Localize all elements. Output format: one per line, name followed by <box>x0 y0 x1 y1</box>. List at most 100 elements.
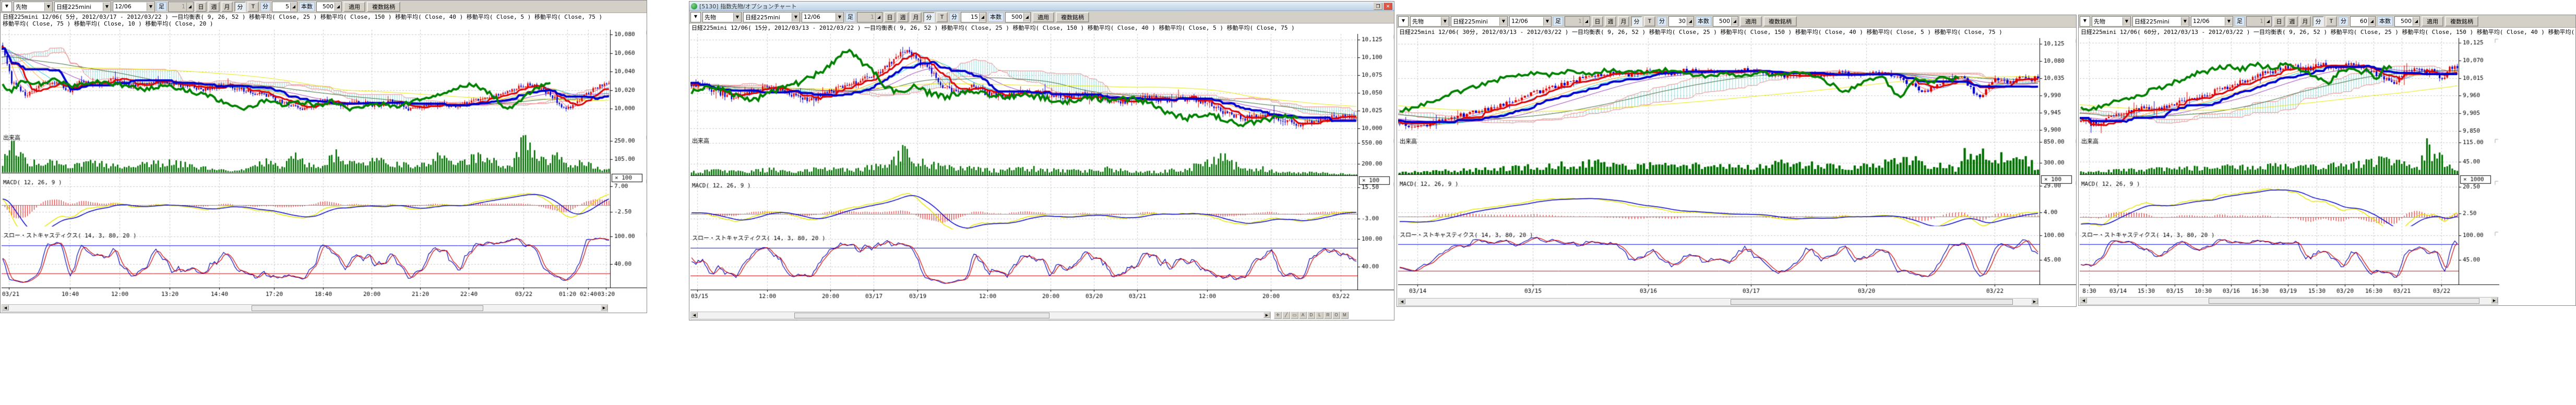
chart-toolbar: ▼先物▼日経225mini▼12/06▼足1◢日週月分T分5◢本数500◢適用複… <box>1 1 647 13</box>
ashi-spinner[interactable]: 1◢ <box>1565 16 1590 27</box>
apply-button[interactable]: 適用 <box>343 2 365 12</box>
bars-spinner[interactable]: 500◢ <box>316 2 342 12</box>
horizontal-scrollbar[interactable]: ◀▶ <box>690 312 1271 319</box>
period-button-3[interactable]: 分 <box>1631 16 1642 27</box>
restore-button[interactable]: ❐ <box>1374 3 1382 10</box>
period-button-2[interactable]: 月 <box>2299 16 2311 27</box>
minutes-spinner[interactable]: 60◢ <box>2350 16 2376 27</box>
contract-dropdown[interactable]: 12/06▼ <box>1509 16 1552 27</box>
window-title: [5130] 指数先物/オプションチャート <box>699 2 797 10</box>
chart-canvas[interactable] <box>690 32 1394 306</box>
symbol-dropdown[interactable]: 日経225mini▼ <box>743 12 800 22</box>
period-button-2[interactable]: 月 <box>221 2 233 12</box>
apply-button[interactable]: 適用 <box>1032 12 1054 22</box>
horizontal-scrollbar[interactable]: ◀▶ <box>2080 297 2498 305</box>
period-button-0[interactable]: 日 <box>1592 16 1603 27</box>
period-button-3[interactable]: 分 <box>923 12 935 22</box>
scroll-right-button[interactable]: ▶ <box>2491 297 2498 303</box>
chevron-down-icon: ▼ <box>1543 17 1551 26</box>
spinner-icon: ◢ <box>1731 17 1738 26</box>
bars-spinner[interactable]: 500◢ <box>2394 16 2420 27</box>
period-button-0[interactable]: 日 <box>2273 16 2285 27</box>
category-dropdown[interactable]: 先物▼ <box>2092 16 2131 27</box>
symbol-dropdown[interactable]: 日経225mini▼ <box>1451 16 1508 27</box>
close-button[interactable]: ✕ <box>1384 3 1392 10</box>
contract-dropdown[interactable]: 12/06▼ <box>113 2 155 12</box>
chart-canvas[interactable] <box>1398 36 2076 300</box>
period-button-3[interactable]: 分 <box>2312 16 2324 27</box>
multi-symbol-button[interactable]: 複数銘柄 <box>1056 12 1089 22</box>
scroll-right-button[interactable]: ▶ <box>601 305 607 311</box>
tool-button-0[interactable]: ✛ <box>1274 312 1282 319</box>
horizontal-scrollbar[interactable]: ◀▶ <box>2 304 608 312</box>
period-button-2[interactable]: 月 <box>1618 16 1629 27</box>
period-button-3[interactable]: 分 <box>234 2 246 12</box>
scroll-right-button[interactable]: ▶ <box>2031 299 2038 304</box>
preset-dropdown[interactable]: ▼ <box>1398 16 1409 27</box>
period-button-0[interactable]: 日 <box>884 12 896 22</box>
ashi-spinner[interactable]: 1◢ <box>2246 16 2272 27</box>
apply-button[interactable]: 適用 <box>2422 16 2443 27</box>
scroll-left-button[interactable]: ◀ <box>2 305 9 311</box>
period-button-4[interactable]: T <box>2325 16 2337 27</box>
ashi-label: 足 <box>845 13 855 22</box>
scrollbar-thumb[interactable] <box>252 305 483 311</box>
chevron-down-icon: ▼ <box>1441 17 1449 26</box>
preset-dropdown[interactable]: ▼ <box>2 2 12 12</box>
chart-window: [5130] 指数先物/オプションチャート ❐✕ ▼先物▼日経225mini▼12/… <box>689 1 1394 320</box>
ashi-spinner[interactable]: 1◢ <box>857 12 882 22</box>
tool-button-7[interactable]: O <box>1332 312 1340 319</box>
apply-button[interactable]: 適用 <box>1740 16 1762 27</box>
chart-canvas[interactable] <box>2 28 647 303</box>
scroll-left-button[interactable]: ◀ <box>2080 297 2087 303</box>
ashi-spinner[interactable]: 1◢ <box>168 2 194 12</box>
scroll-left-button[interactable]: ◀ <box>1399 299 1405 304</box>
period-button-0[interactable]: 日 <box>195 2 207 12</box>
tool-button-4[interactable]: D <box>1307 312 1315 319</box>
bars-spinner[interactable]: 500◢ <box>1713 16 1738 27</box>
bars-spinner[interactable]: 500◢ <box>1005 12 1031 22</box>
preset-dropdown[interactable]: ▼ <box>690 12 701 22</box>
minutes-spinner[interactable]: 30◢ <box>1668 16 1694 27</box>
tool-button-5[interactable]: L <box>1316 312 1323 319</box>
minutes-spinner[interactable]: 5◢ <box>272 2 297 12</box>
tool-button-8[interactable]: M <box>1341 312 1349 319</box>
category-dropdown[interactable]: 先物▼ <box>14 2 53 12</box>
chart-legend-line1: 日経225mini 12/06( 15分, 2012/03/13 - 2012/… <box>691 25 1393 31</box>
chart-legend-line1: 日経225mini 12/06( 5分, 2012/03/17 - 2012/0… <box>3 14 646 20</box>
bottom-row: ◀▶✛╱▭ADLROM <box>690 312 1393 319</box>
period-button-4[interactable]: T <box>936 12 948 22</box>
contract-dropdown[interactable]: 12/06▼ <box>802 12 844 22</box>
scroll-right-button[interactable]: ▶ <box>1263 312 1270 318</box>
tool-button-2[interactable]: ▭ <box>1291 312 1298 319</box>
scroll-left-button[interactable]: ◀ <box>691 312 698 318</box>
category-dropdown[interactable]: 先物▼ <box>702 12 742 22</box>
multi-symbol-button[interactable]: 複数銘柄 <box>2445 16 2478 27</box>
period-button-2[interactable]: 月 <box>910 12 922 22</box>
period-button-1[interactable]: 週 <box>1605 16 1616 27</box>
category-dropdown[interactable]: 先物▼ <box>1410 16 1449 27</box>
bars-label: 本数 <box>299 2 315 11</box>
period-button-1[interactable]: 週 <box>208 2 220 12</box>
multi-symbol-button[interactable]: 複数銘柄 <box>367 2 400 12</box>
symbol-dropdown[interactable]: 日経225mini▼ <box>54 2 111 12</box>
scrollbar-thumb[interactable] <box>1731 299 2013 305</box>
scrollbar-thumb[interactable] <box>794 313 1050 318</box>
period-button-4[interactable]: T <box>1644 16 1655 27</box>
spinner-icon: ◢ <box>186 3 193 11</box>
symbol-dropdown[interactable]: 日経225mini▼ <box>2132 16 2189 27</box>
period-button-1[interactable]: 週 <box>2286 16 2298 27</box>
tool-button-6[interactable]: R <box>1324 312 1332 319</box>
contract-dropdown[interactable]: 12/06▼ <box>2191 16 2233 27</box>
period-button-1[interactable]: 週 <box>897 12 909 22</box>
period-button-4[interactable]: T <box>247 2 259 12</box>
horizontal-scrollbar[interactable]: ◀▶ <box>1398 298 2038 306</box>
multi-symbol-button[interactable]: 複数銘柄 <box>1763 16 1797 27</box>
preset-dropdown[interactable]: ▼ <box>2080 16 2090 27</box>
chart-canvas[interactable] <box>2080 36 2502 300</box>
minutes-spinner[interactable]: 15◢ <box>961 12 986 22</box>
tool-button-1[interactable]: ╱ <box>1282 312 1290 319</box>
scrollbar-thumb[interactable] <box>2209 298 2479 304</box>
chart-toolbar: ▼先物▼日経225mini▼12/06▼足1◢日週月分T分15◢本数500◢適用… <box>689 11 1394 23</box>
tool-button-3[interactable]: A <box>1299 312 1307 319</box>
